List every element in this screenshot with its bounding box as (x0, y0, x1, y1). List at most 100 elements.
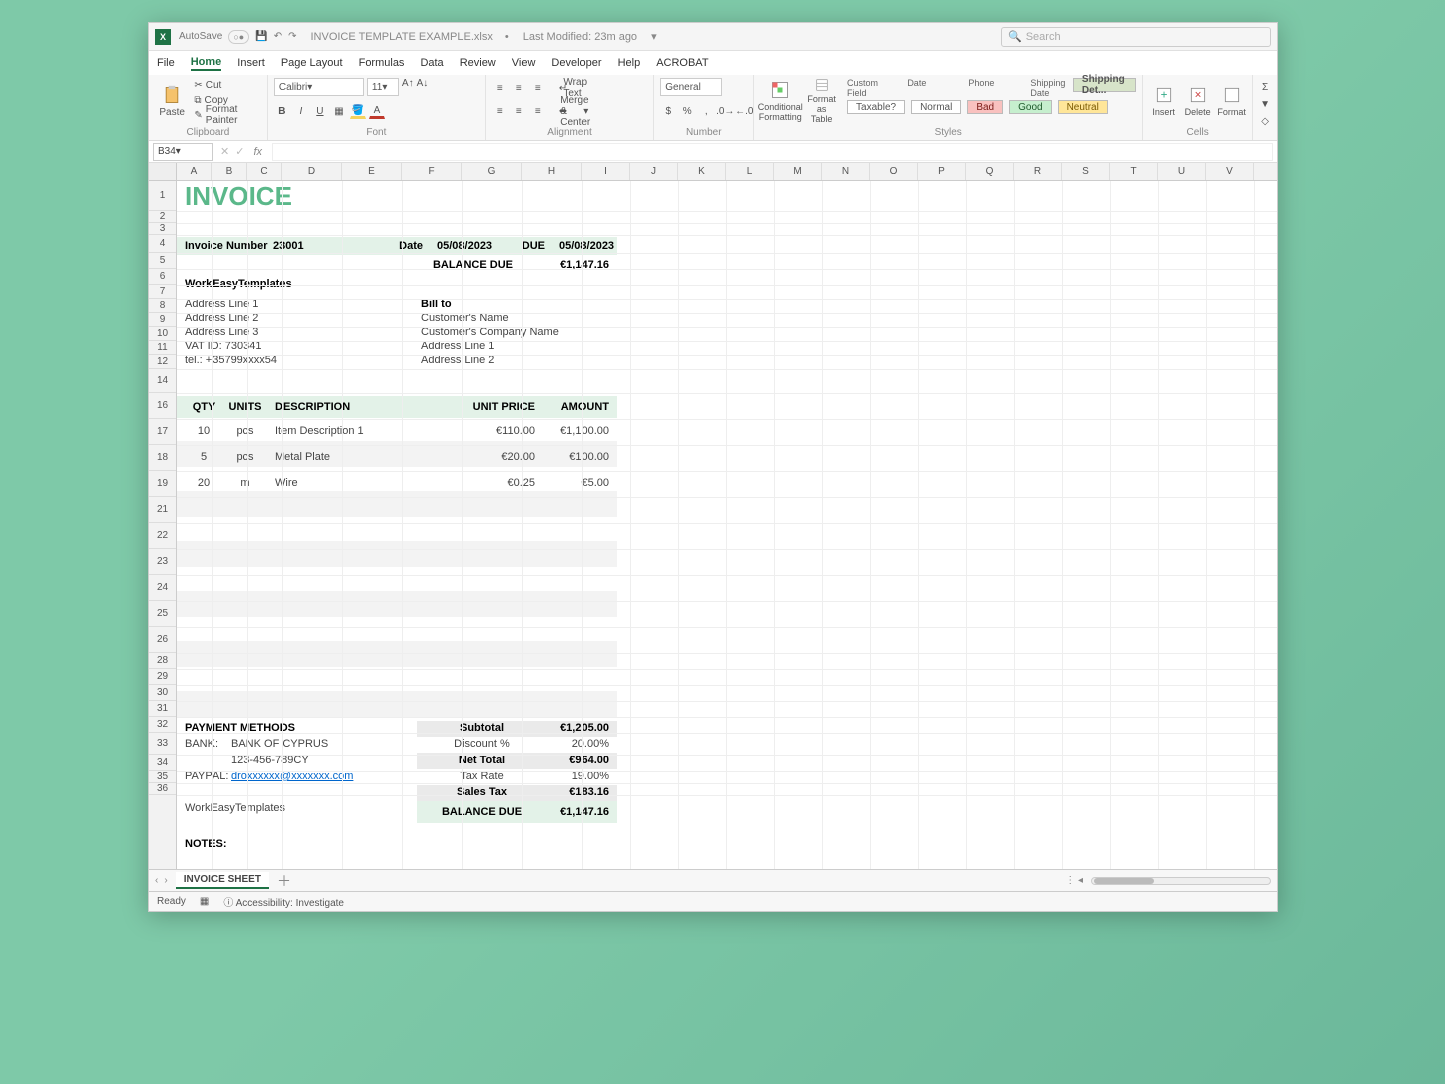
row-header-4[interactable]: 4 (149, 235, 176, 253)
col-header-L[interactable]: L (726, 163, 774, 180)
horizontal-scrollbar[interactable] (1091, 877, 1271, 885)
format-cells-button[interactable]: Format (1217, 78, 1246, 124)
increase-font-icon[interactable]: A↑ (402, 78, 414, 96)
insert-cells-button[interactable]: + Insert (1149, 78, 1178, 124)
italic-button[interactable]: I (293, 103, 309, 119)
cancel-formula-icon[interactable]: ✕ (217, 145, 232, 158)
col-header-E[interactable]: E (342, 163, 402, 180)
col-header-H[interactable]: H (522, 163, 582, 180)
delete-cells-button[interactable]: × Delete (1183, 78, 1212, 124)
row-header-14[interactable]: 14 (149, 369, 176, 393)
style-neutral[interactable]: Neutral (1058, 100, 1108, 114)
sheet-prev-icon[interactable]: ‹ (155, 875, 158, 886)
col-header-A[interactable]: A (177, 163, 212, 180)
accept-formula-icon[interactable]: ✓ (232, 145, 247, 158)
row-header-10[interactable]: 10 (149, 327, 176, 341)
col-header-T[interactable]: T (1110, 163, 1158, 180)
spreadsheet-grid[interactable]: 1234567891011121416171819212223242526282… (149, 181, 1277, 869)
align-right-icon[interactable]: ≡ (530, 103, 546, 119)
style-shipping-det[interactable]: Shipping Det... (1073, 78, 1136, 92)
cells-area[interactable]: INVOICE Invoice Number 23001 Date 05/08/… (177, 181, 1277, 869)
align-left-icon[interactable]: ≡ (492, 103, 508, 119)
fill-color-button[interactable]: 🪣 (350, 103, 366, 119)
cut-button[interactable]: ✂Cut (194, 78, 261, 92)
tab-review[interactable]: Review (460, 57, 496, 69)
tab-formulas[interactable]: Formulas (359, 57, 405, 69)
merge-center-button[interactable]: ⬌ Merge & Center ▾ (558, 103, 589, 119)
row-header-21[interactable]: 21 (149, 497, 176, 523)
row-header-26[interactable]: 26 (149, 627, 176, 653)
name-box[interactable]: B34 ▾ (153, 143, 213, 161)
row-header-35[interactable]: 35 (149, 771, 176, 783)
style-taxable[interactable]: Taxable? (847, 100, 905, 114)
autosave-toggle[interactable]: ○● (228, 30, 249, 44)
row-header-29[interactable]: 29 (149, 669, 176, 685)
formula-input[interactable] (272, 143, 1273, 161)
font-name-select[interactable]: Calibri ▾ (274, 78, 364, 96)
fx-icon[interactable]: fx (253, 146, 262, 158)
col-header-V[interactable]: V (1206, 163, 1254, 180)
col-header-J[interactable]: J (630, 163, 678, 180)
tab-home[interactable]: Home (191, 56, 222, 71)
save-icon[interactable]: 💾 (255, 31, 267, 42)
col-header-Q[interactable]: Q (966, 163, 1014, 180)
percent-icon[interactable]: % (679, 103, 695, 119)
col-header-O[interactable]: O (870, 163, 918, 180)
border-button[interactable]: ▦ (331, 103, 347, 119)
row-header-9[interactable]: 9 (149, 313, 176, 327)
row-header-24[interactable]: 24 (149, 575, 176, 601)
undo-icon[interactable]: ↶ (274, 31, 282, 42)
decrease-font-icon[interactable]: A↓ (417, 78, 429, 96)
dec-decimal-icon[interactable]: ←.0 (736, 103, 752, 119)
row-header-2[interactable]: 2 (149, 211, 176, 223)
format-as-table-button[interactable]: Format as Table (805, 78, 838, 124)
font-color-button[interactable]: A (369, 103, 385, 119)
row-header-28[interactable]: 28 (149, 653, 176, 669)
format-painter-button[interactable]: ✎Format Painter (194, 108, 261, 122)
row-header-31[interactable]: 31 (149, 701, 176, 717)
accessibility-status[interactable]: ⓘ Accessibility: Investigate (223, 894, 344, 909)
sheet-tab-invoice[interactable]: INVOICE SHEET (176, 872, 269, 889)
row-header-33[interactable]: 33 (149, 733, 176, 755)
col-header-M[interactable]: M (774, 163, 822, 180)
tab-acrobat[interactable]: ACROBAT (656, 57, 708, 69)
sheet-next-icon[interactable]: › (164, 875, 167, 886)
col-header-U[interactable]: U (1158, 163, 1206, 180)
row-header-30[interactable]: 30 (149, 685, 176, 701)
tab-page-layout[interactable]: Page Layout (281, 57, 343, 69)
row-header-7[interactable]: 7 (149, 285, 176, 299)
fill-icon[interactable]: ▼ (1260, 99, 1270, 110)
redo-icon[interactable]: ↷ (288, 31, 296, 42)
col-header-P[interactable]: P (918, 163, 966, 180)
currency-icon[interactable]: $ (660, 103, 676, 119)
tab-insert[interactable]: Insert (237, 57, 265, 69)
row-header-22[interactable]: 22 (149, 523, 176, 549)
col-header-C[interactable]: C (247, 163, 282, 180)
conditional-formatting-button[interactable]: Conditional Formatting (760, 78, 800, 124)
row-header-11[interactable]: 11 (149, 341, 176, 355)
style-bad[interactable]: Bad (967, 100, 1003, 114)
row-header-19[interactable]: 19 (149, 471, 176, 497)
tab-help[interactable]: Help (618, 57, 641, 69)
style-good[interactable]: Good (1009, 100, 1051, 114)
align-middle-icon[interactable]: ≡ (511, 80, 527, 96)
row-header-16[interactable]: 16 (149, 393, 176, 419)
row-header-8[interactable]: 8 (149, 299, 176, 313)
tab-view[interactable]: View (512, 57, 536, 69)
col-header-N[interactable]: N (822, 163, 870, 180)
col-header-G[interactable]: G (462, 163, 522, 180)
number-format-select[interactable]: General (660, 78, 722, 96)
row-header-36[interactable]: 36 (149, 783, 176, 795)
row-header-34[interactable]: 34 (149, 755, 176, 771)
tab-developer[interactable]: Developer (551, 57, 601, 69)
col-header-I[interactable]: I (582, 163, 630, 180)
align-center-icon[interactable]: ≡ (511, 103, 527, 119)
align-top-icon[interactable]: ≡ (492, 80, 508, 96)
clear-icon[interactable]: ◇ (1261, 116, 1269, 127)
style-normal[interactable]: Normal (911, 100, 961, 114)
row-header-5[interactable]: 5 (149, 253, 176, 269)
tab-data[interactable]: Data (420, 57, 443, 69)
col-header-S[interactable]: S (1062, 163, 1110, 180)
font-size-select[interactable]: 11 ▾ (367, 78, 399, 96)
row-header-17[interactable]: 17 (149, 419, 176, 445)
